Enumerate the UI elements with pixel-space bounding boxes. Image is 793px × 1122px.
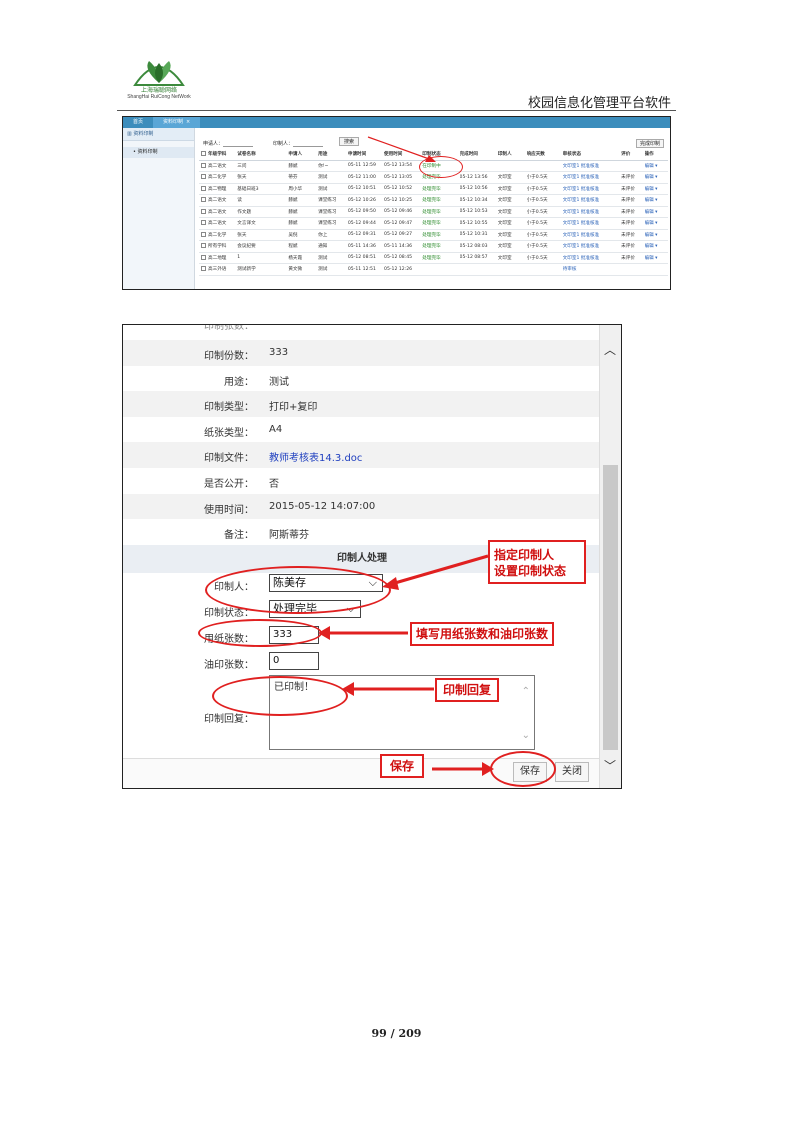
- annotation-printer-line1: 指定印制人: [494, 548, 555, 562]
- save-highlight: [490, 751, 556, 787]
- annotation-paper: 填写用纸张数和油印张数: [410, 622, 555, 646]
- page-number: 99 / 209: [371, 1027, 422, 1040]
- paper-count-highlight: [198, 619, 322, 647]
- annotation-printer: 指定印制人 设置印制状态: [488, 540, 586, 584]
- annotation-reply: 印制回复: [435, 678, 500, 702]
- reply-highlight: [212, 676, 348, 716]
- annotation-save: 保存: [380, 754, 425, 778]
- annotation-arrows: [318, 136, 494, 776]
- annotation-printer-line2: 设置印制状态: [494, 564, 567, 578]
- printer-status-highlight: [205, 566, 391, 614]
